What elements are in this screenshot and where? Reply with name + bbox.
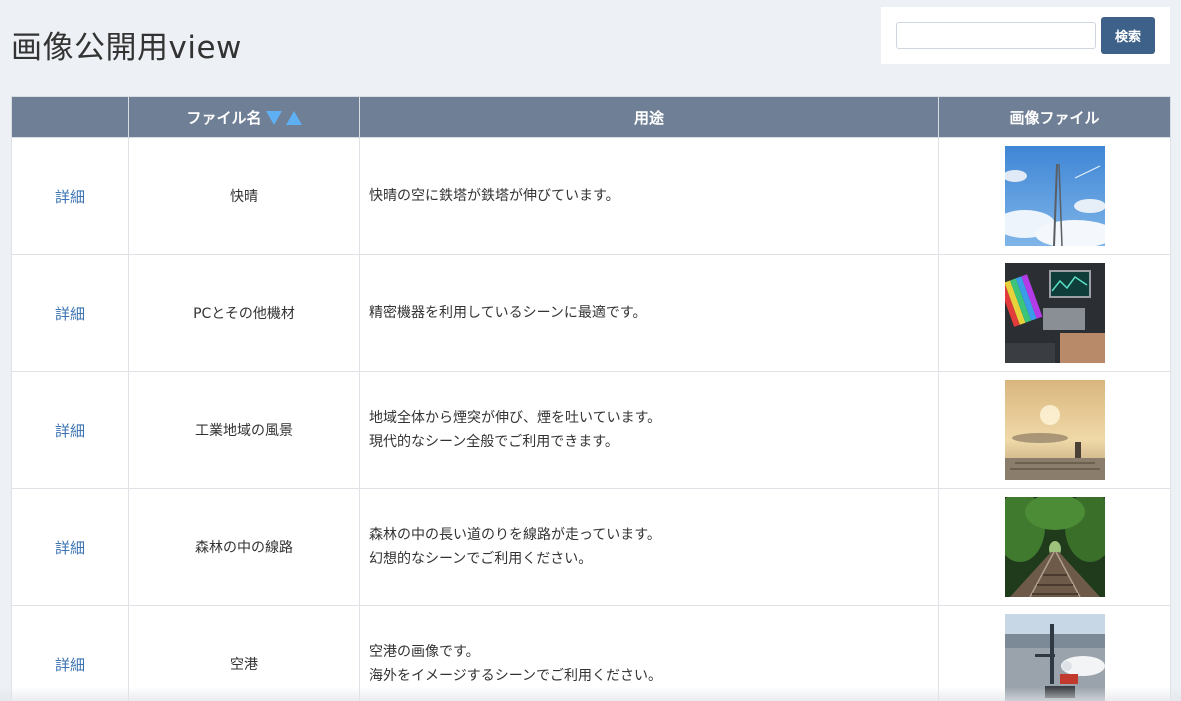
detail-cell: 詳細 (11, 371, 129, 489)
clear-sky-tower-thumbnail[interactable] (1004, 146, 1105, 246)
detail-cell: 詳細 (11, 137, 129, 255)
description-line: 空港の画像です。 (369, 644, 480, 660)
pc-equipment-thumbnail[interactable] (1004, 263, 1105, 363)
sort-up-icon[interactable] (285, 111, 302, 125)
description-line: 森林の中の長い道のりを線路が走っています。 (369, 527, 661, 543)
table-row: 詳細 森林の中の線路 森林の中の長い道のりを線路が走っています。 幻想的なシーン… (11, 488, 1171, 606)
column-header-filename: ファイル名 (128, 96, 360, 138)
detail-cell: 詳細 (11, 254, 129, 372)
filename-cell: 工業地域の風景 (128, 371, 360, 489)
description-cell: 快晴の空に鉄塔が鉄塔が伸びています。 (359, 137, 939, 255)
description-line: 地域全体から煙突が伸び、煙を吐いています。 (369, 410, 662, 426)
column-header-filename-label: ファイル名 (186, 108, 262, 127)
description-line: 現代的なシーン全般でご利用できます。 (369, 434, 619, 450)
detail-link[interactable]: 詳細 (55, 539, 85, 557)
page-title: 画像公開用view (11, 30, 242, 66)
filename-cell: 快晴 (128, 137, 360, 255)
forest-railway-thumbnail[interactable] (1004, 497, 1105, 597)
image-cell (938, 254, 1171, 372)
search-input[interactable] (896, 22, 1096, 49)
image-table: ファイル名 用途 画像ファイル 詳細 快晴 快晴の空に鉄塔が鉄塔が伸びています。 (11, 96, 1171, 701)
filename-cell: PCとその他機材 (128, 254, 360, 372)
column-header-usage: 用途 (359, 96, 939, 138)
description-cell: 森林の中の長い道のりを線路が走っています。 幻想的なシーンでご利用ください。 (359, 488, 939, 606)
detail-link[interactable]: 詳細 (55, 422, 85, 440)
table-row: 詳細 PCとその他機材 精密機器を利用しているシーンに最適です。 (11, 254, 1171, 372)
table-row: 詳細 工業地域の風景 地域全体から煙突が伸び、煙を吐いています。 現代的なシーン… (11, 371, 1171, 489)
description-line: 精密機器を利用しているシーンに最適です。 (369, 305, 647, 321)
description-cell: 精密機器を利用しているシーンに最適です。 (359, 254, 939, 372)
sort-down-icon[interactable] (265, 111, 282, 125)
column-header-image: 画像ファイル (938, 96, 1171, 138)
detail-link[interactable]: 詳細 (55, 656, 85, 674)
detail-link[interactable]: 詳細 (55, 305, 85, 323)
image-cell (938, 371, 1171, 489)
industrial-area-thumbnail[interactable] (1004, 380, 1105, 480)
bottom-fade (0, 687, 1181, 701)
table-row: 詳細 快晴 快晴の空に鉄塔が鉄塔が伸びています。 (11, 137, 1171, 255)
detail-link[interactable]: 詳細 (55, 188, 85, 206)
description-line: 快晴の空に鉄塔が鉄塔が伸びています。 (369, 188, 620, 204)
image-cell (938, 137, 1171, 255)
search-button[interactable]: 検索 (1101, 17, 1155, 54)
search-box: 検索 (881, 7, 1170, 64)
table-header-row: ファイル名 用途 画像ファイル (11, 96, 1171, 138)
description-line: 海外をイメージするシーンでご利用ください。 (369, 668, 663, 684)
image-cell (938, 488, 1171, 606)
description-cell: 地域全体から煙突が伸び、煙を吐いています。 現代的なシーン全般でご利用できます。 (359, 371, 939, 489)
description-line: 幻想的なシーンでご利用ください。 (369, 551, 593, 567)
filename-cell: 森林の中の線路 (128, 488, 360, 606)
detail-cell: 詳細 (11, 488, 129, 606)
column-header-detail (11, 96, 129, 138)
